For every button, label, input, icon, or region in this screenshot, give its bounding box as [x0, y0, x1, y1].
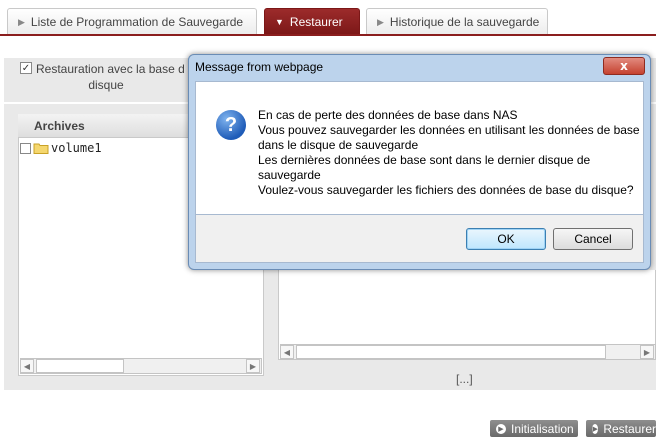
tab-arrow-icon: ▼: [275, 17, 284, 27]
tab-label: Restaurer: [289, 15, 343, 29]
play-icon: ▶: [592, 423, 599, 434]
volume-label: volume1: [51, 141, 102, 155]
dialog-body: ? En cas de perte des données de base da…: [195, 81, 644, 215]
tab-restore[interactable]: ▼ Restaurer: [264, 8, 360, 35]
play-icon: ▶: [496, 423, 506, 434]
cancel-button[interactable]: Cancel: [553, 228, 633, 250]
tab-underline: [0, 34, 656, 36]
tab-arrow-icon: ▶: [18, 16, 25, 27]
volume-checkbox[interactable]: [20, 142, 31, 154]
tab-label: Historique de la sauvegarde: [389, 15, 540, 29]
tab-backup-schedule[interactable]: ▶ Liste de Programmation de Sauvegarde: [7, 8, 257, 35]
dialog-footer: OK Cancel: [195, 215, 644, 263]
tab-arrow-icon: ▶: [377, 16, 384, 27]
scroll-thumb[interactable]: [36, 359, 124, 373]
dialog-message: En cas de perte des données de base dans…: [258, 108, 640, 197]
scroll-right-icon[interactable]: ▶: [640, 345, 654, 359]
restore-option-label: Restauration avec la base d disque: [36, 62, 185, 92]
scroll-left-icon[interactable]: ◀: [280, 345, 294, 359]
scroll-right-icon[interactable]: ▶: [246, 359, 260, 373]
ok-button[interactable]: OK: [466, 228, 546, 250]
pagination-text: [...]: [456, 372, 473, 386]
close-icon[interactable]: x: [603, 57, 645, 75]
dialog-title: Message from webpage: [195, 60, 324, 74]
restore-db-checkbox[interactable]: ✓: [20, 62, 32, 74]
folder-icon: [33, 143, 49, 154]
scroll-thumb[interactable]: [296, 345, 606, 359]
tree-item-volume1[interactable]: volume1: [20, 141, 102, 155]
confirm-dialog: Message from webpage x ? En cas de perte…: [188, 54, 651, 270]
tab-label: Liste de Programmation de Sauvegarde: [30, 15, 244, 29]
initialisation-button[interactable]: ▶ Initialisation: [490, 420, 578, 437]
scroll-left-icon[interactable]: ◀: [20, 359, 34, 373]
restore-button[interactable]: ▶ Restaurer: [586, 420, 656, 437]
tab-backup-history[interactable]: ▶ Historique de la sauvegarde: [366, 8, 548, 35]
question-icon: ?: [216, 110, 246, 140]
